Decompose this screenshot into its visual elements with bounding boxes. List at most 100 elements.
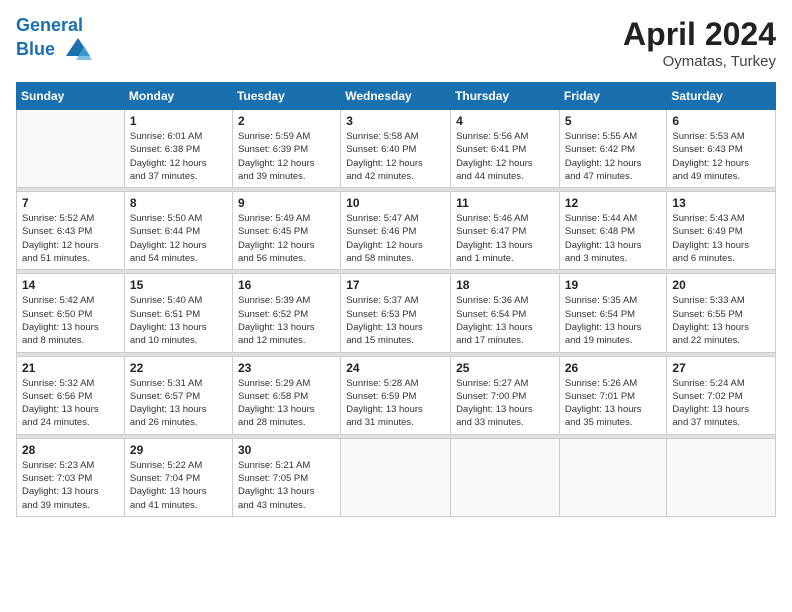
logo-icon xyxy=(64,36,92,64)
calendar-cell xyxy=(667,438,776,516)
day-number: 30 xyxy=(238,443,335,457)
logo-text: General xyxy=(16,16,92,36)
calendar-cell xyxy=(17,110,125,188)
calendar-cell xyxy=(559,438,667,516)
day-number: 10 xyxy=(346,196,445,210)
day-info: Sunrise: 5:56 AM Sunset: 6:41 PM Dayligh… xyxy=(456,130,554,183)
calendar-week-row: 28 Sunrise: 5:23 AM Sunset: 7:03 PM Dayli… xyxy=(17,438,776,516)
day-info: Sunrise: 6:01 AM Sunset: 6:38 PM Dayligh… xyxy=(130,130,227,183)
calendar-cell: 1 Sunrise: 6:01 AM Sunset: 6:38 PM Daylig… xyxy=(124,110,232,188)
calendar-cell: 16 Sunrise: 5:39 AM Sunset: 6:52 PM Dayli… xyxy=(232,274,340,352)
day-number: 8 xyxy=(130,196,227,210)
calendar-cell: 27 Sunrise: 5:24 AM Sunset: 7:02 PM Dayli… xyxy=(667,356,776,434)
calendar-cell: 29 Sunrise: 5:22 AM Sunset: 7:04 PM Dayli… xyxy=(124,438,232,516)
calendar-cell: 3 Sunrise: 5:58 AM Sunset: 6:40 PM Daylig… xyxy=(341,110,451,188)
day-info: Sunrise: 5:27 AM Sunset: 7:00 PM Dayligh… xyxy=(456,377,554,430)
calendar-cell: 10 Sunrise: 5:47 AM Sunset: 6:46 PM Dayli… xyxy=(341,192,451,270)
calendar-header-row: SundayMondayTuesdayWednesdayThursdayFrid… xyxy=(17,83,776,110)
day-info: Sunrise: 5:23 AM Sunset: 7:03 PM Dayligh… xyxy=(22,459,119,512)
day-number: 18 xyxy=(456,278,554,292)
day-number: 19 xyxy=(565,278,662,292)
calendar-cell: 4 Sunrise: 5:56 AM Sunset: 6:41 PM Daylig… xyxy=(451,110,560,188)
logo: General Blue xyxy=(16,16,92,64)
day-info: Sunrise: 5:44 AM Sunset: 6:48 PM Dayligh… xyxy=(565,212,662,265)
day-info: Sunrise: 5:33 AM Sunset: 6:55 PM Dayligh… xyxy=(672,294,770,347)
day-info: Sunrise: 5:46 AM Sunset: 6:47 PM Dayligh… xyxy=(456,212,554,265)
calendar-cell xyxy=(451,438,560,516)
calendar-cell: 23 Sunrise: 5:29 AM Sunset: 6:58 PM Dayli… xyxy=(232,356,340,434)
weekday-header-tuesday: Tuesday xyxy=(232,83,340,110)
calendar-week-row: 7 Sunrise: 5:52 AM Sunset: 6:43 PM Daylig… xyxy=(17,192,776,270)
day-number: 27 xyxy=(672,361,770,375)
day-number: 29 xyxy=(130,443,227,457)
day-info: Sunrise: 5:26 AM Sunset: 7:01 PM Dayligh… xyxy=(565,377,662,430)
weekday-header-monday: Monday xyxy=(124,83,232,110)
calendar-cell: 30 Sunrise: 5:21 AM Sunset: 7:05 PM Dayli… xyxy=(232,438,340,516)
day-info: Sunrise: 5:58 AM Sunset: 6:40 PM Dayligh… xyxy=(346,130,445,183)
day-number: 23 xyxy=(238,361,335,375)
location-title: Oymatas, Turkey xyxy=(623,53,776,70)
calendar-cell: 11 Sunrise: 5:46 AM Sunset: 6:47 PM Dayli… xyxy=(451,192,560,270)
calendar-week-row: 14Sunrise: 5:42 AM Sunset: 6:50 PM Dayli… xyxy=(17,274,776,352)
day-number: 14 xyxy=(22,278,119,292)
calendar-cell: 19 Sunrise: 5:35 AM Sunset: 6:54 PM Dayli… xyxy=(559,274,667,352)
day-info: Sunrise: 5:37 AM Sunset: 6:53 PM Dayligh… xyxy=(346,294,445,347)
calendar-cell: 13Sunrise: 5:43 AM Sunset: 6:49 PM Dayli… xyxy=(667,192,776,270)
calendar-cell: 24Sunrise: 5:28 AM Sunset: 6:59 PM Dayli… xyxy=(341,356,451,434)
weekday-header-friday: Friday xyxy=(559,83,667,110)
day-info: Sunrise: 5:50 AM Sunset: 6:44 PM Dayligh… xyxy=(130,212,227,265)
calendar-cell: 14Sunrise: 5:42 AM Sunset: 6:50 PM Dayli… xyxy=(17,274,125,352)
day-number: 20 xyxy=(672,278,770,292)
calendar-cell: 7 Sunrise: 5:52 AM Sunset: 6:43 PM Daylig… xyxy=(17,192,125,270)
day-number: 4 xyxy=(456,114,554,128)
day-number: 12 xyxy=(565,196,662,210)
day-info: Sunrise: 5:31 AM Sunset: 6:57 PM Dayligh… xyxy=(130,377,227,430)
calendar-table: SundayMondayTuesdayWednesdayThursdayFrid… xyxy=(16,82,776,517)
day-number: 25 xyxy=(456,361,554,375)
day-info: Sunrise: 5:32 AM Sunset: 6:56 PM Dayligh… xyxy=(22,377,119,430)
day-number: 11 xyxy=(456,196,554,210)
day-info: Sunrise: 5:24 AM Sunset: 7:02 PM Dayligh… xyxy=(672,377,770,430)
calendar-cell: 25 Sunrise: 5:27 AM Sunset: 7:00 PM Dayli… xyxy=(451,356,560,434)
calendar-cell: 12 Sunrise: 5:44 AM Sunset: 6:48 PM Dayli… xyxy=(559,192,667,270)
page-header: General Blue April 2024 Oymatas, Turkey xyxy=(16,16,776,70)
day-info: Sunrise: 5:35 AM Sunset: 6:54 PM Dayligh… xyxy=(565,294,662,347)
day-number: 5 xyxy=(565,114,662,128)
calendar-cell: 28 Sunrise: 5:23 AM Sunset: 7:03 PM Dayli… xyxy=(17,438,125,516)
day-info: Sunrise: 5:29 AM Sunset: 6:58 PM Dayligh… xyxy=(238,377,335,430)
day-info: Sunrise: 5:53 AM Sunset: 6:43 PM Dayligh… xyxy=(672,130,770,183)
day-number: 3 xyxy=(346,114,445,128)
calendar-cell: 20 Sunrise: 5:33 AM Sunset: 6:55 PM Dayli… xyxy=(667,274,776,352)
calendar-week-row: 21 Sunrise: 5:32 AM Sunset: 6:56 PM Dayli… xyxy=(17,356,776,434)
day-number: 6 xyxy=(672,114,770,128)
day-number: 15 xyxy=(130,278,227,292)
calendar-cell: 15 Sunrise: 5:40 AM Sunset: 6:51 PM Dayli… xyxy=(124,274,232,352)
weekday-header-thursday: Thursday xyxy=(451,83,560,110)
day-number: 1 xyxy=(130,114,227,128)
day-number: 13 xyxy=(672,196,770,210)
day-number: 2 xyxy=(238,114,335,128)
calendar-cell: 6 Sunrise: 5:53 AM Sunset: 6:43 PM Daylig… xyxy=(667,110,776,188)
calendar-cell: 21 Sunrise: 5:32 AM Sunset: 6:56 PM Dayli… xyxy=(17,356,125,434)
day-info: Sunrise: 5:39 AM Sunset: 6:52 PM Dayligh… xyxy=(238,294,335,347)
day-number: 28 xyxy=(22,443,119,457)
weekday-header-sunday: Sunday xyxy=(17,83,125,110)
day-number: 24 xyxy=(346,361,445,375)
day-info: Sunrise: 5:52 AM Sunset: 6:43 PM Dayligh… xyxy=(22,212,119,265)
weekday-header-wednesday: Wednesday xyxy=(341,83,451,110)
day-number: 7 xyxy=(22,196,119,210)
day-info: Sunrise: 5:47 AM Sunset: 6:46 PM Dayligh… xyxy=(346,212,445,265)
day-number: 22 xyxy=(130,361,227,375)
day-info: Sunrise: 5:21 AM Sunset: 7:05 PM Dayligh… xyxy=(238,459,335,512)
title-block: April 2024 Oymatas, Turkey xyxy=(623,16,776,70)
day-info: Sunrise: 5:40 AM Sunset: 6:51 PM Dayligh… xyxy=(130,294,227,347)
calendar-cell: 26Sunrise: 5:26 AM Sunset: 7:01 PM Dayli… xyxy=(559,356,667,434)
calendar-cell: 17Sunrise: 5:37 AM Sunset: 6:53 PM Dayli… xyxy=(341,274,451,352)
day-info: Sunrise: 5:49 AM Sunset: 6:45 PM Dayligh… xyxy=(238,212,335,265)
calendar-cell: 22 Sunrise: 5:31 AM Sunset: 6:57 PM Dayli… xyxy=(124,356,232,434)
day-number: 16 xyxy=(238,278,335,292)
day-info: Sunrise: 5:22 AM Sunset: 7:04 PM Dayligh… xyxy=(130,459,227,512)
day-info: Sunrise: 5:59 AM Sunset: 6:39 PM Dayligh… xyxy=(238,130,335,183)
calendar-cell: 5Sunrise: 5:55 AM Sunset: 6:42 PM Daylig… xyxy=(559,110,667,188)
day-number: 21 xyxy=(22,361,119,375)
